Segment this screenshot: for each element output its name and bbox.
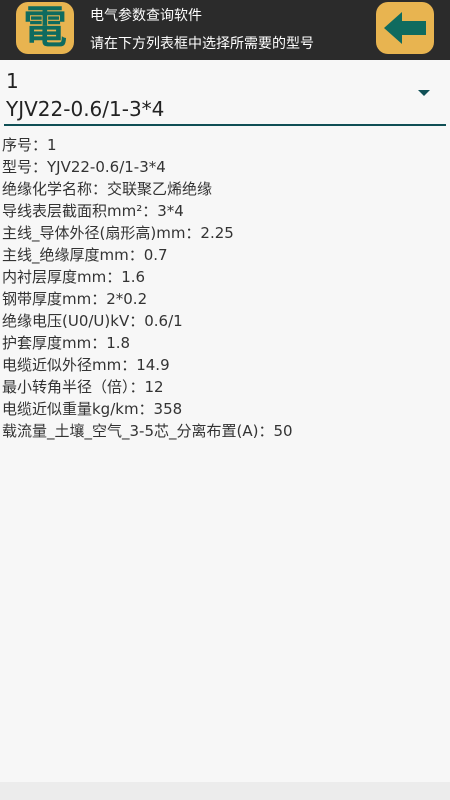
bottom-bar xyxy=(0,782,450,800)
detail-outer-diameter: 电缆近似外径mm：14.9 xyxy=(2,356,170,374)
back-button[interactable] xyxy=(376,2,434,54)
detail-model: 型号：YJV22-0.6/1-3*4 xyxy=(2,158,166,176)
model-select[interactable]: 1 YJV22-0.6/1-3*4 xyxy=(4,66,446,126)
detail-conductor-diameter: 主线_导体外径(扇形高)mm：2.25 xyxy=(2,224,234,242)
detail-insulation-voltage: 绝缘电压(U0/U)kV：0.6/1 xyxy=(2,312,183,330)
parameter-details: 序号：1 型号：YJV22-0.6/1-3*4 绝缘化学名称：交联聚乙烯绝缘 导… xyxy=(2,134,448,442)
arrow-left-icon xyxy=(384,12,426,44)
app-title: 电气参数查询软件 xyxy=(90,8,202,24)
detail-serial-number: 序号：1 xyxy=(2,136,57,154)
app-header: 電 电气参数查询软件 请在下方列表框中选择所需要的型号 xyxy=(0,0,450,60)
detail-insulation-thickness: 主线_绝缘厚度mm：0.7 xyxy=(2,246,168,264)
detail-weight: 电缆近似重量kg/km：358 xyxy=(2,400,183,418)
detail-inner-layer-thickness: 内衬层厚度mm：1.6 xyxy=(2,268,146,286)
detail-conductor-area: 导线表层截面积mm²：3*4 xyxy=(2,202,184,220)
detail-current-capacity: 载流量_土壤_空气_3-5芯_分离布置(A)：50 xyxy=(2,422,293,440)
detail-min-bend-radius: 最小转角半径（倍）：12 xyxy=(2,378,164,396)
detail-insulation-material: 绝缘化学名称：交联聚乙烯绝缘 xyxy=(2,180,213,198)
detail-steel-tape-thickness: 钢带厚度mm：2*0.2 xyxy=(2,290,148,308)
dropdown-arrow-icon xyxy=(418,90,430,96)
app-subtitle: 请在下方列表框中选择所需要的型号 xyxy=(90,36,314,52)
selected-model: YJV22-0.6/1-3*4 xyxy=(6,97,165,121)
detail-sheath-thickness: 护套厚度mm：1.8 xyxy=(2,334,131,352)
app-logo: 電 xyxy=(16,2,74,54)
selected-id: 1 xyxy=(6,69,19,93)
logo-glyph: 電 xyxy=(23,2,67,53)
